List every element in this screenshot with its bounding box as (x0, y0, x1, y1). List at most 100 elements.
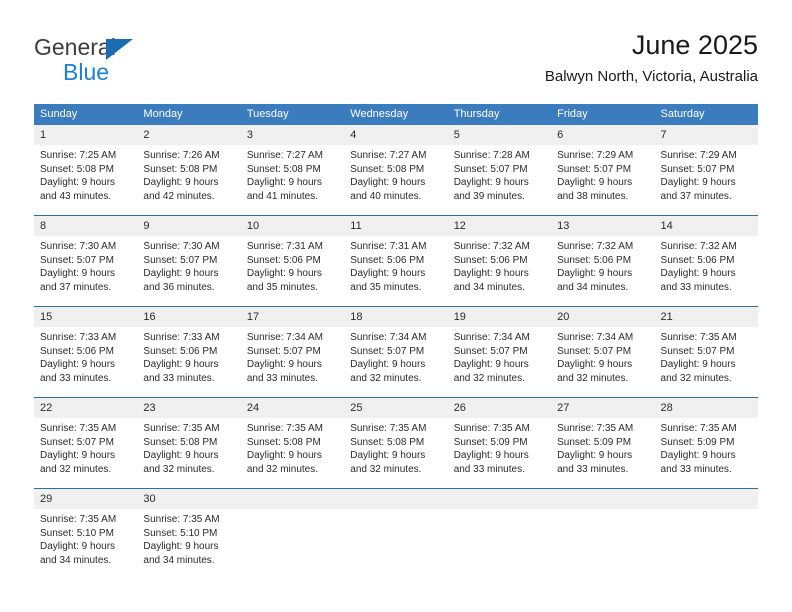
day-number: 17 (240, 307, 345, 327)
calendar-day-cell[interactable]: 29 Sunrise: 7:35 AM Sunset: 5:10 PM Dayligh… (34, 488, 138, 579)
calendar-day-cell[interactable]: 24 Sunrise: 7:35 AM Sunset: 5:08 PM Dayligh… (240, 397, 345, 489)
daylight-text-line2: and 32 minutes. (350, 372, 422, 384)
sunset-text: Sunset: 5:06 PM (660, 254, 735, 266)
daylight-text-line2: and 32 minutes. (557, 372, 629, 384)
day-number: 8 (34, 216, 138, 236)
day-number: 10 (240, 216, 345, 236)
day-details: Sunrise: 7:29 AM Sunset: 5:07 PM Daylight:… (655, 145, 758, 203)
sunrise-text: Sunrise: 7:35 AM (40, 423, 117, 434)
calendar-week-row: 15 Sunrise: 7:33 AM Sunset: 5:06 PM Dayligh… (34, 306, 758, 398)
general-blue-logo[interactable]: General Blue (34, 36, 214, 88)
day-number (447, 489, 552, 509)
day-number (344, 489, 448, 509)
daylight-text-line2: and 35 minutes. (350, 281, 422, 293)
calendar-day-cell[interactable]: 25 Sunrise: 7:35 AM Sunset: 5:08 PM Dayligh… (344, 397, 448, 489)
calendar-day-cell[interactable]: 20 Sunrise: 7:34 AM Sunset: 5:07 PM Dayligh… (551, 306, 655, 398)
page-subtitle: Balwyn North, Victoria, Australia (544, 68, 758, 86)
sunset-text: Sunset: 5:08 PM (143, 436, 218, 448)
calendar-day-cell[interactable]: 30 Sunrise: 7:35 AM Sunset: 5:10 PM Dayligh… (137, 488, 241, 579)
calendar-day-cell[interactable]: 26 Sunrise: 7:35 AM Sunset: 5:09 PM Dayligh… (447, 397, 552, 489)
sunset-text: Sunset: 5:07 PM (350, 345, 425, 357)
daylight-text-line1: Daylight: 9 hours (246, 450, 322, 461)
sunrise-text: Sunrise: 7:33 AM (143, 332, 220, 343)
day-number (654, 489, 758, 509)
daylight-text-line1: Daylight: 9 hours (660, 359, 736, 370)
calendar-day-cell[interactable]: 27 Sunrise: 7:35 AM Sunset: 5:09 PM Dayligh… (551, 397, 655, 489)
calendar-day-cell[interactable]: 28 Sunrise: 7:35 AM Sunset: 5:09 PM Dayligh… (654, 397, 758, 489)
calendar-day-cell[interactable]: 21 Sunrise: 7:35 AM Sunset: 5:07 PM Dayligh… (654, 306, 758, 398)
sunrise-text: Sunrise: 7:29 AM (557, 150, 634, 161)
day-number: 26 (447, 398, 552, 418)
day-details: Sunrise: 7:32 AM Sunset: 5:06 PM Daylight:… (551, 236, 654, 294)
daylight-text-line2: and 34 minutes. (143, 554, 215, 566)
day-number: 4 (344, 125, 448, 145)
calendar-day-cell[interactable]: 17 Sunrise: 7:34 AM Sunset: 5:07 PM Dayligh… (240, 306, 345, 398)
sunset-text: Sunset: 5:10 PM (143, 527, 218, 539)
sunrise-text: Sunrise: 7:35 AM (350, 423, 427, 434)
sunrise-text: Sunrise: 7:33 AM (40, 332, 117, 343)
day-details: Sunrise: 7:34 AM Sunset: 5:07 PM Daylight:… (344, 327, 447, 385)
page-header: General Blue June 2025 Balwyn North, Vic… (0, 0, 792, 100)
calendar-day-cell[interactable]: 15 Sunrise: 7:33 AM Sunset: 5:06 PM Dayligh… (34, 306, 138, 398)
sunset-text: Sunset: 5:07 PM (660, 163, 735, 175)
daylight-text-line2: and 33 minutes. (40, 372, 112, 384)
calendar-day-cell[interactable]: 3 Sunrise: 7:27 AM Sunset: 5:08 PM Daylight… (240, 125, 345, 216)
daylight-text-line1: Daylight: 9 hours (40, 450, 116, 461)
sunset-text: Sunset: 5:06 PM (246, 254, 321, 266)
daylight-text-line1: Daylight: 9 hours (40, 177, 116, 188)
calendar-day-cell[interactable]: 16 Sunrise: 7:33 AM Sunset: 5:06 PM Dayligh… (137, 306, 241, 398)
calendar-day-cell[interactable]: 13 Sunrise: 7:32 AM Sunset: 5:06 PM Dayligh… (551, 215, 655, 307)
daylight-text-line1: Daylight: 9 hours (453, 268, 529, 279)
calendar-day-cell[interactable]: 1 Sunrise: 7:25 AM Sunset: 5:08 PM Daylight… (34, 125, 138, 216)
calendar-day-cell[interactable]: 7 Sunrise: 7:29 AM Sunset: 5:07 PM Daylight… (654, 125, 758, 216)
day-number: 29 (34, 489, 138, 509)
daylight-text-line1: Daylight: 9 hours (557, 450, 633, 461)
daylight-text-line2: and 37 minutes. (660, 190, 732, 202)
sunset-text: Sunset: 5:09 PM (660, 436, 735, 448)
calendar-day-cell[interactable]: 5 Sunrise: 7:28 AM Sunset: 5:07 PM Daylight… (447, 125, 552, 216)
daylight-text-line1: Daylight: 9 hours (350, 177, 426, 188)
sunrise-text: Sunrise: 7:31 AM (246, 241, 323, 252)
daylight-text-line2: and 33 minutes. (143, 372, 215, 384)
weekday-header-wednesday: Wednesday (344, 104, 448, 125)
sunset-text: Sunset: 5:08 PM (143, 163, 218, 175)
sunrise-text: Sunrise: 7:35 AM (143, 423, 220, 434)
logo-triangle-icon (106, 39, 133, 60)
daylight-text-line1: Daylight: 9 hours (246, 268, 322, 279)
calendar-day-cell[interactable]: 2 Sunrise: 7:26 AM Sunset: 5:08 PM Daylight… (137, 125, 241, 216)
daylight-text-line1: Daylight: 9 hours (350, 268, 426, 279)
day-details: Sunrise: 7:27 AM Sunset: 5:08 PM Daylight:… (344, 145, 447, 203)
calendar-day-cell[interactable]: 9 Sunrise: 7:30 AM Sunset: 5:07 PM Daylight… (137, 215, 241, 307)
day-details: Sunrise: 7:35 AM Sunset: 5:10 PM Daylight:… (137, 509, 240, 567)
daylight-text-line1: Daylight: 9 hours (143, 268, 219, 279)
calendar-day-cell-empty (240, 488, 345, 579)
daylight-text-line1: Daylight: 9 hours (40, 541, 116, 552)
calendar-week-row: 22 Sunrise: 7:35 AM Sunset: 5:07 PM Dayligh… (34, 397, 758, 489)
sunrise-text: Sunrise: 7:34 AM (453, 332, 530, 343)
calendar-day-cell[interactable]: 23 Sunrise: 7:35 AM Sunset: 5:08 PM Dayligh… (137, 397, 241, 489)
day-details: Sunrise: 7:35 AM Sunset: 5:09 PM Daylight:… (655, 418, 758, 476)
day-details: Sunrise: 7:34 AM Sunset: 5:07 PM Daylight:… (551, 327, 654, 385)
day-number: 2 (137, 125, 241, 145)
calendar-day-cell[interactable]: 11 Sunrise: 7:31 AM Sunset: 5:06 PM Dayligh… (344, 215, 448, 307)
calendar-day-cell-empty (447, 488, 552, 579)
sunrise-text: Sunrise: 7:28 AM (453, 150, 530, 161)
calendar-day-cell[interactable]: 22 Sunrise: 7:35 AM Sunset: 5:07 PM Dayligh… (34, 397, 138, 489)
day-details: Sunrise: 7:31 AM Sunset: 5:06 PM Daylight:… (344, 236, 447, 294)
calendar-day-cell[interactable]: 19 Sunrise: 7:34 AM Sunset: 5:07 PM Dayligh… (447, 306, 552, 398)
calendar-day-cell[interactable]: 4 Sunrise: 7:27 AM Sunset: 5:08 PM Daylight… (344, 125, 448, 216)
calendar-day-cell[interactable]: 10 Sunrise: 7:31 AM Sunset: 5:06 PM Dayligh… (240, 215, 345, 307)
calendar-day-cell[interactable]: 12 Sunrise: 7:32 AM Sunset: 5:06 PM Dayligh… (447, 215, 552, 307)
sunset-text: Sunset: 5:09 PM (453, 436, 528, 448)
day-number: 7 (654, 125, 758, 145)
weekday-header-sunday: Sunday (34, 104, 138, 125)
sunset-text: Sunset: 5:07 PM (453, 345, 528, 357)
day-number: 23 (137, 398, 241, 418)
day-number: 27 (551, 398, 655, 418)
calendar-day-cell[interactable]: 8 Sunrise: 7:30 AM Sunset: 5:07 PM Daylight… (34, 215, 138, 307)
calendar-body: 1 Sunrise: 7:25 AM Sunset: 5:08 PM Daylight… (34, 125, 758, 579)
calendar-day-cell[interactable]: 14 Sunrise: 7:32 AM Sunset: 5:06 PM Dayligh… (654, 215, 758, 307)
calendar-day-cell[interactable]: 18 Sunrise: 7:34 AM Sunset: 5:07 PM Dayligh… (344, 306, 448, 398)
calendar-day-cell[interactable]: 6 Sunrise: 7:29 AM Sunset: 5:07 PM Daylight… (551, 125, 655, 216)
sunrise-text: Sunrise: 7:34 AM (557, 332, 634, 343)
